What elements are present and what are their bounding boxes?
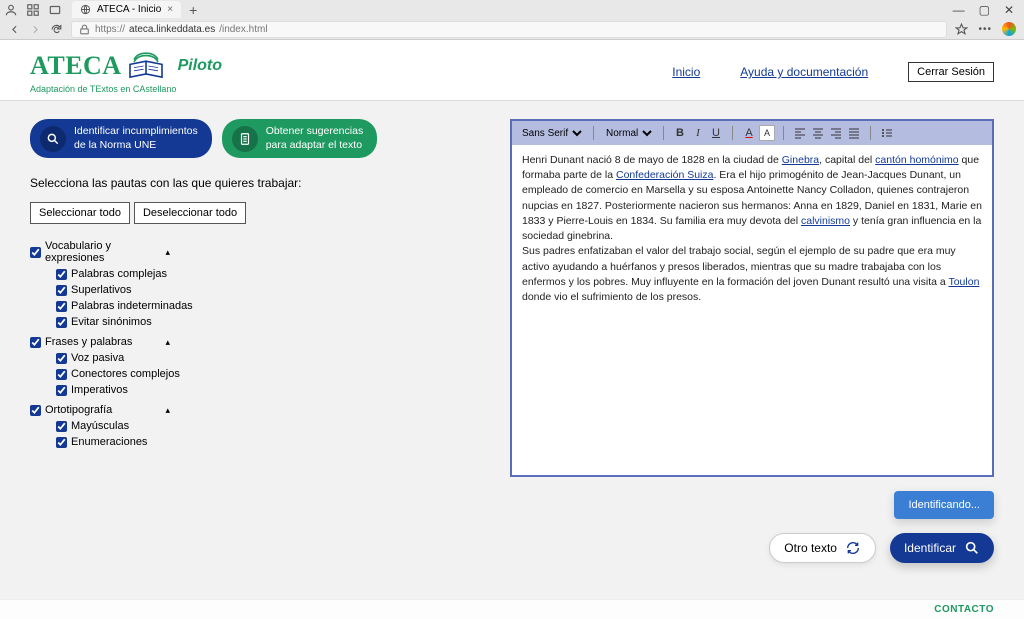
list-button[interactable]: [879, 125, 895, 141]
document-icon: [238, 132, 252, 146]
italic-button[interactable]: I: [690, 125, 706, 141]
footer-contacto[interactable]: CONTACTO: [934, 604, 994, 615]
highlight-button[interactable]: A: [759, 125, 775, 141]
underline-button[interactable]: U: [708, 125, 724, 141]
profile-icon[interactable]: [4, 3, 18, 17]
link-calvinismo[interactable]: calvinismo: [801, 215, 850, 227]
item-checkbox[interactable]: [56, 353, 67, 364]
item-label: Superlativos: [71, 284, 132, 296]
tree-item[interactable]: Palabras complejas: [56, 266, 490, 282]
tree-item[interactable]: Mayúsculas: [56, 418, 490, 434]
more-icon[interactable]: •••: [978, 24, 992, 35]
group-label: Vocabulario y expresiones: [45, 240, 161, 264]
logout-button[interactable]: Cerrar Sesión: [908, 62, 994, 82]
tab-close[interactable]: ×: [167, 4, 173, 15]
identificar-button[interactable]: Identificar: [890, 533, 994, 563]
back-button[interactable]: [8, 23, 21, 36]
text-editor: Sans Serif Normal B I U A A: [510, 119, 994, 477]
window-maximize[interactable]: ▢: [979, 3, 990, 17]
browser-tab[interactable]: ATECA - Inicio ×: [72, 1, 181, 18]
group-checkbox[interactable]: [30, 247, 41, 258]
chevron-up-icon[interactable]: ▴: [165, 337, 170, 348]
reload-button[interactable]: [50, 23, 63, 36]
tabs-icon[interactable]: [48, 3, 62, 17]
item-checkbox[interactable]: [56, 285, 67, 296]
copilot-icon[interactable]: [1002, 22, 1016, 36]
page-header: ATECA Piloto Adaptación de TExtos en CAs…: [0, 40, 1024, 101]
item-label: Palabras indeterminadas: [71, 300, 193, 312]
link-ginebra[interactable]: Ginebra: [782, 154, 819, 166]
group-label: Ortotipografía: [45, 404, 112, 416]
window-minimize[interactable]: —: [953, 3, 965, 17]
item-checkbox[interactable]: [56, 385, 67, 396]
status-indicator: Identificando...: [894, 491, 994, 519]
identify-violations-button[interactable]: Identificar incumplimientosde la Norma U…: [30, 119, 212, 158]
size-select[interactable]: Normal: [602, 127, 655, 140]
text-color-button[interactable]: A: [741, 125, 757, 141]
otro-texto-button[interactable]: Otro texto: [769, 533, 876, 563]
nav-ayuda[interactable]: Ayuda y documentación: [740, 65, 868, 79]
editor-toolbar: Sans Serif Normal B I U A A: [512, 121, 992, 145]
logo-tagline: Adaptación de TExtos en CAstellano: [30, 84, 222, 94]
item-checkbox[interactable]: [56, 317, 67, 328]
group-checkbox[interactable]: [30, 337, 41, 348]
item-label: Enumeraciones: [71, 436, 147, 448]
item-checkbox[interactable]: [56, 301, 67, 312]
tree-group-head[interactable]: Ortotipografía ▴: [30, 402, 490, 418]
nav-inicio[interactable]: Inicio: [672, 65, 700, 79]
tree-item[interactable]: Conectores complejos: [56, 366, 490, 382]
item-label: Imperativos: [71, 384, 128, 396]
link-confederacion[interactable]: Confederación Suiza: [616, 169, 713, 181]
address-bar[interactable]: https://ateca.linkeddata.es/index.html: [71, 21, 947, 38]
item-checkbox[interactable]: [56, 269, 67, 280]
tree-item[interactable]: Voz pasiva: [56, 350, 490, 366]
book-icon: [126, 50, 166, 82]
workspaces-icon[interactable]: [26, 3, 40, 17]
align-justify-button[interactable]: [846, 125, 862, 141]
refresh-icon: [845, 540, 861, 556]
tree-item[interactable]: Palabras indeterminadas: [56, 298, 490, 314]
globe-icon: [80, 4, 91, 15]
tree-group-head[interactable]: Frases y palabras ▴: [30, 334, 490, 350]
deselect-all-button[interactable]: Deseleccionar todo: [134, 202, 246, 224]
logo-piloto: Piloto: [178, 57, 222, 75]
window-close[interactable]: ✕: [1004, 3, 1014, 17]
tree-group-head[interactable]: Vocabulario y expresiones ▴: [30, 238, 490, 266]
item-checkbox[interactable]: [56, 421, 67, 432]
item-label: Palabras complejas: [71, 268, 167, 280]
forward-button: [29, 23, 42, 36]
chevron-up-icon[interactable]: ▴: [165, 405, 170, 416]
link-toulon[interactable]: Toulon: [948, 276, 979, 288]
chevron-up-icon[interactable]: ▴: [165, 247, 170, 258]
link-canton[interactable]: cantón homónimo: [875, 154, 958, 166]
tree-item[interactable]: Superlativos: [56, 282, 490, 298]
lock-icon: [78, 23, 91, 36]
favorite-icon[interactable]: [955, 23, 968, 36]
tree-item[interactable]: Imperativos: [56, 382, 490, 398]
item-checkbox[interactable]: [56, 437, 67, 448]
tree-item[interactable]: Evitar sinónimos: [56, 314, 490, 330]
group-checkbox[interactable]: [30, 405, 41, 416]
magnify-icon: [46, 132, 60, 146]
align-left-button[interactable]: [792, 125, 808, 141]
tree-item[interactable]: Enumeraciones: [56, 434, 490, 450]
item-checkbox[interactable]: [56, 369, 67, 380]
instruction-label: Selecciona las pautas con las que quiere…: [30, 176, 490, 190]
item-label: Voz pasiva: [71, 352, 124, 364]
item-label: Conectores complejos: [71, 368, 180, 380]
select-all-button[interactable]: Seleccionar todo: [30, 202, 130, 224]
logo-text: ATECA: [30, 51, 122, 81]
item-label: Mayúsculas: [71, 420, 129, 432]
tab-title: ATECA - Inicio: [97, 4, 161, 15]
get-suggestions-button[interactable]: Obtener sugerenciaspara adaptar el texto: [222, 119, 377, 158]
new-tab-button[interactable]: +: [189, 2, 197, 18]
item-label: Evitar sinónimos: [71, 316, 152, 328]
align-center-button[interactable]: [810, 125, 826, 141]
group-label: Frases y palabras: [45, 336, 132, 348]
align-right-button[interactable]: [828, 125, 844, 141]
bold-button[interactable]: B: [672, 125, 688, 141]
magnify-icon: [964, 540, 980, 556]
editor-content[interactable]: Henri Dunant nació 8 de mayo de 1828 en …: [512, 145, 992, 475]
font-select[interactable]: Sans Serif: [518, 127, 585, 140]
